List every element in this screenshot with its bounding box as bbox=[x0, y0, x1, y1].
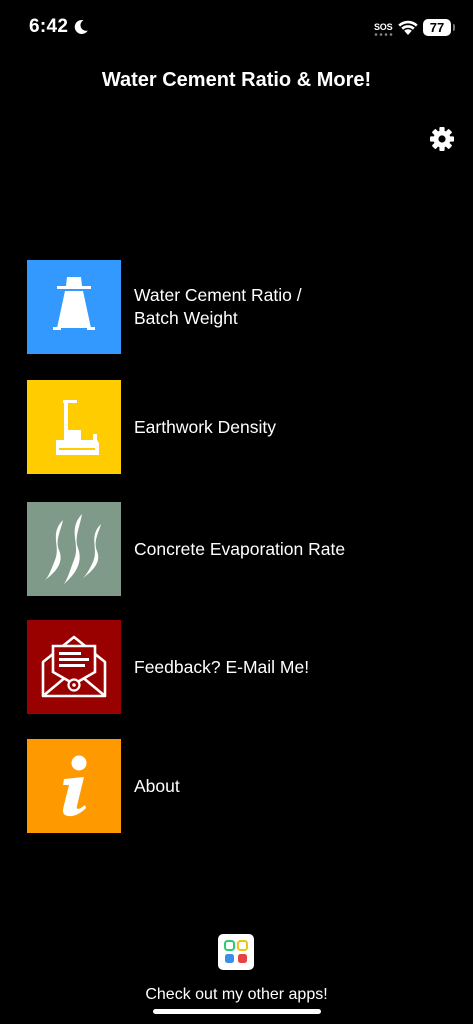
home-indicator[interactable] bbox=[153, 1009, 321, 1014]
menu-item-water-cement-ratio[interactable]: Water Cement Ratio / Batch Weight bbox=[27, 260, 447, 354]
menu-item-label: Water Cement Ratio / Batch Weight bbox=[134, 285, 302, 328]
slump-cone-icon bbox=[27, 260, 121, 354]
menu-item-label: About bbox=[134, 775, 180, 796]
other-apps-label: Check out my other apps! bbox=[145, 986, 328, 1003]
menu-item-about[interactable]: About bbox=[27, 739, 447, 833]
menu-item-earthwork-density[interactable]: Earthwork Density bbox=[27, 380, 447, 474]
info-icon bbox=[27, 739, 121, 833]
email-envelope-icon bbox=[27, 620, 121, 714]
battery-tip bbox=[453, 24, 455, 31]
signal-dots-icon bbox=[374, 33, 393, 36]
status-time: 6:42 bbox=[29, 16, 69, 37]
menu-item-concrete-evaporation-rate[interactable]: Concrete Evaporation Rate bbox=[27, 502, 447, 596]
other-apps-button[interactable]: Check out my other apps! bbox=[0, 932, 473, 1004]
apps-grid-icon bbox=[218, 934, 254, 970]
menu-tile bbox=[27, 260, 121, 354]
wifi-icon bbox=[398, 20, 418, 35]
battery-indicator: 77 bbox=[423, 19, 451, 36]
status-bar: 6:42 SOS 77 bbox=[0, 0, 473, 56]
menu-tile bbox=[27, 380, 121, 474]
menu-item-label: Concrete Evaporation Rate bbox=[134, 538, 346, 559]
menu-tile bbox=[27, 739, 121, 833]
nuclear-gauge-icon bbox=[27, 380, 121, 474]
settings-gear-icon[interactable] bbox=[428, 125, 456, 153]
menu-tile bbox=[27, 502, 121, 596]
menu-item-feedback-email[interactable]: Feedback? E-Mail Me! bbox=[27, 620, 447, 714]
sos-indicator: SOS bbox=[374, 22, 393, 32]
page-title: Water Cement Ratio & More! bbox=[101, 69, 372, 91]
menu-tile bbox=[27, 620, 121, 714]
menu-item-label: Feedback? E-Mail Me! bbox=[134, 656, 310, 677]
moon-icon bbox=[74, 19, 88, 34]
evaporation-icon bbox=[27, 502, 121, 596]
menu-item-label: Earthwork Density bbox=[134, 416, 276, 437]
